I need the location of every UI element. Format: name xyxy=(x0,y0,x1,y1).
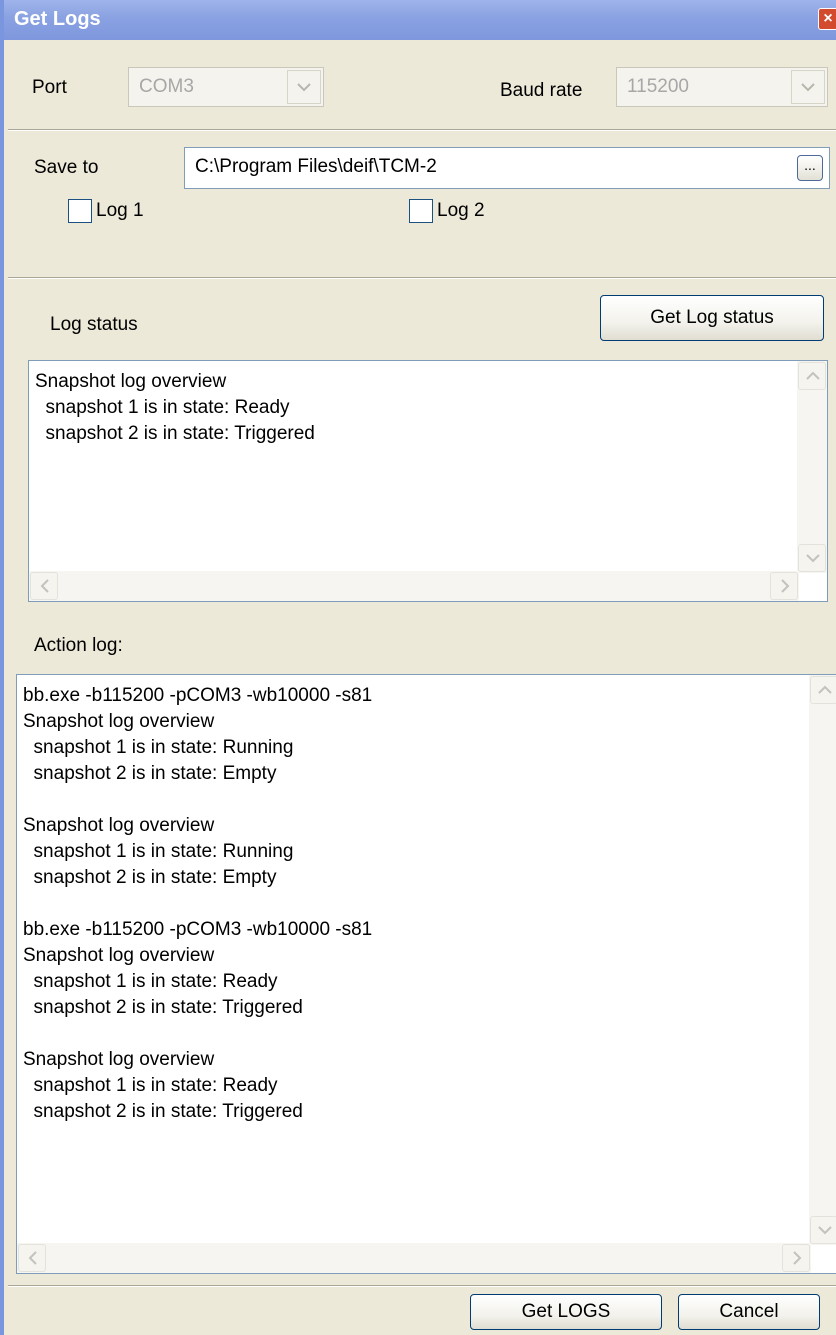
save-path-value: C:\Program Files\deif\TCM-2 xyxy=(195,156,437,177)
scroll-right-arrow-icon[interactable] xyxy=(770,572,798,600)
divider xyxy=(8,1285,836,1287)
port-select[interactable]: COM3 xyxy=(128,67,324,107)
port-value: COM3 xyxy=(139,76,194,97)
scroll-left-arrow-icon[interactable] xyxy=(18,1244,46,1272)
log-line: Snapshot log overview xyxy=(35,371,227,392)
horizontal-scrollbar[interactable] xyxy=(29,571,799,601)
action-log-label: Action log: xyxy=(34,635,123,656)
action-log-box[interactable]: bb.exe -b115200 -pCOM3 -wb10000 -s81 Snap… xyxy=(16,674,836,1274)
scroll-down-arrow-icon[interactable] xyxy=(798,544,826,572)
log-status-text: Snapshot log overview snapshot 1 is in s… xyxy=(35,369,315,447)
chevron-down-icon[interactable] xyxy=(287,70,321,104)
get-logs-dialog: Get Logs × Port COM3 Baud rate 115200 Sa… xyxy=(0,0,836,1335)
log1-label: Log 1 xyxy=(96,200,144,221)
vertical-scrollbar[interactable] xyxy=(809,675,836,1245)
action-log-text: bb.exe -b115200 -pCOM3 -wb10000 -s81 Snap… xyxy=(23,683,372,1125)
scroll-left-arrow-icon[interactable] xyxy=(30,572,58,600)
log-line: bb.exe -b115200 -pCOM3 -wb10000 -s81 xyxy=(23,685,373,706)
divider xyxy=(8,277,836,279)
horizontal-scrollbar[interactable] xyxy=(17,1243,811,1273)
port-label: Port xyxy=(32,77,67,98)
get-log-status-button[interactable]: Get Log status xyxy=(600,295,824,341)
title-bar[interactable]: Get Logs × xyxy=(4,0,836,40)
browse-button[interactable]: ... xyxy=(797,155,823,181)
log-line: snapshot 2 is in state: Empty xyxy=(23,763,277,784)
scroll-right-arrow-icon[interactable] xyxy=(782,1244,810,1272)
log-line: snapshot 1 is in state: Ready xyxy=(23,971,278,992)
divider xyxy=(8,129,836,131)
log-line: snapshot 1 is in state: Running xyxy=(23,737,294,758)
log-line: Snapshot log overview xyxy=(23,711,215,732)
log-line: snapshot 1 is in state: Ready xyxy=(23,1075,278,1096)
baud-rate-select[interactable]: 115200 xyxy=(616,67,828,107)
log-line: snapshot 2 is in state: Triggered xyxy=(23,997,303,1018)
baud-rate-value: 115200 xyxy=(627,76,689,97)
log-line: Snapshot log overview xyxy=(23,815,215,836)
log-line: bb.exe -b115200 -pCOM3 -wb10000 -s81 xyxy=(23,919,373,940)
scroll-down-arrow-icon[interactable] xyxy=(810,1216,836,1244)
log-line: Snapshot log overview xyxy=(23,945,215,966)
log-line: snapshot 2 is in state: Triggered xyxy=(35,423,315,444)
log2-label: Log 2 xyxy=(437,200,485,221)
get-logs-button[interactable]: Get LOGS xyxy=(470,1294,662,1330)
chevron-down-icon[interactable] xyxy=(791,70,825,104)
baud-rate-label: Baud rate xyxy=(500,80,583,101)
vertical-scrollbar[interactable] xyxy=(797,361,827,573)
log-line: snapshot 1 is in state: Ready xyxy=(35,397,290,418)
log-line: snapshot 1 is in state: Running xyxy=(23,841,294,862)
window-title: Get Logs xyxy=(14,8,101,30)
close-icon[interactable]: × xyxy=(818,8,836,30)
save-path-field[interactable]: C:\Program Files\deif\TCM-2 xyxy=(184,147,830,189)
log-status-label: Log status xyxy=(50,314,138,335)
scroll-up-arrow-icon[interactable] xyxy=(810,676,836,704)
log2-checkbox[interactable] xyxy=(409,199,433,223)
cancel-button[interactable]: Cancel xyxy=(678,1294,820,1330)
log-line: snapshot 2 is in state: Triggered xyxy=(23,1101,303,1122)
log-line: snapshot 2 is in state: Empty xyxy=(23,867,277,888)
log-line: Snapshot log overview xyxy=(23,1049,215,1070)
log1-checkbox[interactable] xyxy=(68,199,92,223)
scroll-up-arrow-icon[interactable] xyxy=(798,362,826,390)
log-status-box[interactable]: Snapshot log overview snapshot 1 is in s… xyxy=(28,360,828,602)
save-to-label: Save to xyxy=(34,157,99,178)
